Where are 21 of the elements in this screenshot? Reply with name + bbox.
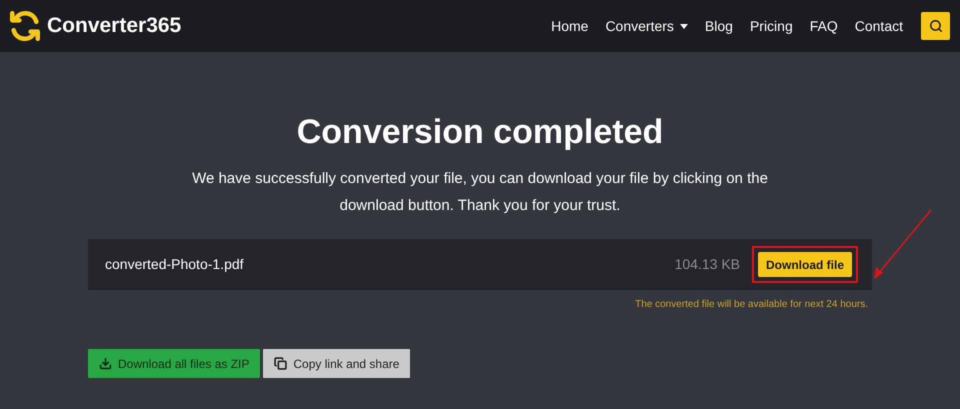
nav-link[interactable]: Pricing: [750, 16, 793, 36]
caret-icon: [680, 24, 688, 28]
sync-arrows-icon: [8, 9, 42, 43]
download-zip-button[interactable]: Download all files as ZIP: [88, 349, 260, 378]
search-button[interactable]: [921, 12, 950, 40]
download-button[interactable]: Download file: [758, 252, 852, 277]
page-title: Conversion completed: [296, 112, 664, 152]
search-icon: [928, 19, 942, 33]
availability-note: The converted file will be available for next 24 hours.: [635, 298, 868, 312]
download-icon: [99, 357, 112, 370]
nav-link[interactable]: Home: [551, 16, 588, 36]
success-message: We have successfully converted your file, you can download your file by clicking on the download button. Thank you for your trust.: [191, 169, 769, 216]
brand-name[interactable]: Converter365: [47, 10, 182, 42]
nav-link[interactable]: Blog: [704, 16, 733, 36]
copy-icon: [274, 357, 288, 370]
nav-link[interactable]: FAQ: [810, 16, 838, 36]
nav-link[interactable]: Contact: [854, 16, 903, 36]
nav-dropdown[interactable]: Converters: [605, 16, 688, 36]
file-size: 104.13 KB: [674, 255, 740, 274]
file-name: converted-Photo-1.pdf: [105, 255, 244, 274]
copy-link-button[interactable]: Copy link and share: [263, 349, 410, 378]
